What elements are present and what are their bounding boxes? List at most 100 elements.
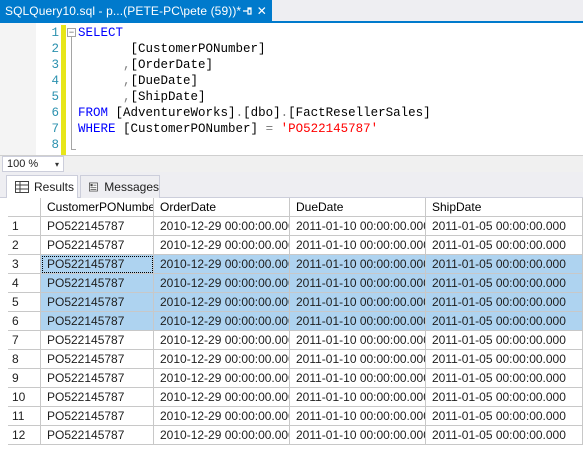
row-number-cell[interactable]: 9	[8, 369, 41, 388]
table-cell[interactable]: PO522145787	[41, 312, 154, 331]
table-cell[interactable]: 2010-12-29 00:00:00.000	[154, 217, 290, 236]
close-icon[interactable]: ✕	[256, 3, 268, 19]
table-cell[interactable]: 2010-12-29 00:00:00.000	[154, 407, 290, 426]
table-row[interactable]: 5 PO522145787 2010-12-29 00:00:00.000 2011-…	[8, 293, 583, 312]
row-number-cell[interactable]: 12	[8, 426, 41, 445]
row-number-cell[interactable]: 8	[8, 350, 41, 369]
table-row[interactable]: 3 PO522145787 2010-12-29 00:00:00.000 2011-…	[8, 255, 583, 274]
line-number: 8	[51, 138, 59, 152]
table-cell[interactable]: 2010-12-29 00:00:00.000	[154, 426, 290, 445]
zoom-value: 100 %	[7, 158, 39, 170]
code-line-3: ,[OrderDate]	[123, 58, 214, 72]
column-header[interactable]: ShipDate	[426, 198, 583, 217]
table-cell[interactable]: 2010-12-29 00:00:00.000	[154, 388, 290, 407]
code-line-1: SELECT	[78, 26, 124, 40]
table-cell[interactable]: 2011-01-10 00:00:00.000	[290, 274, 426, 293]
table-cell[interactable]: PO522145787	[41, 236, 154, 255]
line-number: 6	[51, 106, 59, 120]
table-cell[interactable]: 2011-01-10 00:00:00.000	[290, 217, 426, 236]
table-cell[interactable]: 2011-01-10 00:00:00.000	[290, 407, 426, 426]
table-cell[interactable]: 2011-01-05 00:00:00.000	[426, 274, 583, 293]
table-cell[interactable]: 2011-01-10 00:00:00.000	[290, 255, 426, 274]
row-number-cell[interactable]: 6	[8, 312, 41, 331]
table-cell[interactable]: PO522145787	[41, 407, 154, 426]
table-cell[interactable]: 2011-01-05 00:00:00.000	[426, 426, 583, 445]
corner-header[interactable]	[8, 198, 41, 217]
table-cell[interactable]: PO522145787	[41, 255, 154, 274]
code-line-7: WHERE [CustomerPONumber] = 'PO522145787'	[78, 122, 379, 136]
table-cell[interactable]: 2010-12-29 00:00:00.000	[154, 369, 290, 388]
table-cell[interactable]: 2011-01-10 00:00:00.000	[290, 236, 426, 255]
table-cell[interactable]: 2011-01-10 00:00:00.000	[290, 426, 426, 445]
query-document-tab[interactable]: SQLQuery10.sql - p...(PETE-PC\pete (59))…	[0, 0, 272, 21]
table-row[interactable]: 2 PO522145787 2010-12-29 00:00:00.000 2011-…	[8, 236, 583, 255]
table-cell[interactable]: PO522145787	[41, 217, 154, 236]
table-cell[interactable]: 2011-01-05 00:00:00.000	[426, 255, 583, 274]
collapse-icon[interactable]: −	[67, 28, 76, 37]
table-row[interactable]: 8 PO522145787 2010-12-29 00:00:00.000 2011-…	[8, 350, 583, 369]
table-cell[interactable]: PO522145787	[41, 426, 154, 445]
table-cell[interactable]: 2011-01-05 00:00:00.000	[426, 388, 583, 407]
table-row[interactable]: 7 PO522145787 2010-12-29 00:00:00.000 2011-…	[8, 331, 583, 350]
table-cell[interactable]: 2011-01-05 00:00:00.000	[426, 236, 583, 255]
row-number-cell[interactable]: 3	[8, 255, 41, 274]
code-line-5: ,[ShipDate]	[123, 90, 206, 104]
table-cell[interactable]: 2011-01-05 00:00:00.000	[426, 312, 583, 331]
table-cell[interactable]: 2011-01-10 00:00:00.000	[290, 388, 426, 407]
pin-icon[interactable]	[241, 3, 253, 19]
table-cell[interactable]: PO522145787	[41, 369, 154, 388]
table-cell[interactable]: 2011-01-10 00:00:00.000	[290, 331, 426, 350]
table-cell[interactable]: 2010-12-29 00:00:00.000	[154, 236, 290, 255]
table-cell[interactable]: 2011-01-10 00:00:00.000	[290, 312, 426, 331]
sql-code[interactable]: SELECT [CustomerPONumber] ,[OrderDate] ,…	[78, 25, 431, 153]
messages-icon	[89, 182, 98, 192]
table-row[interactable]: 1 PO522145787 2010-12-29 00:00:00.000 2011-…	[8, 217, 583, 236]
column-header[interactable]: CustomerPONumber	[41, 198, 154, 217]
zoom-dropdown[interactable]: 100 % ▾	[2, 156, 64, 172]
table-cell[interactable]: 2011-01-10 00:00:00.000	[290, 369, 426, 388]
table-row[interactable]: 9 PO522145787 2010-12-29 00:00:00.000 2011-…	[8, 369, 583, 388]
table-row[interactable]: 6 PO522145787 2010-12-29 00:00:00.000 2011-…	[8, 312, 583, 331]
table-cell[interactable]: 2011-01-05 00:00:00.000	[426, 350, 583, 369]
table-cell[interactable]: PO522145787	[41, 293, 154, 312]
line-number: 7	[51, 122, 59, 136]
table-cell[interactable]: 2011-01-05 00:00:00.000	[426, 331, 583, 350]
table-cell[interactable]: 2011-01-05 00:00:00.000	[426, 293, 583, 312]
table-cell[interactable]: 2011-01-05 00:00:00.000	[426, 407, 583, 426]
table-cell[interactable]: 2010-12-29 00:00:00.000	[154, 274, 290, 293]
table-cell[interactable]: PO522145787	[41, 388, 154, 407]
table-cell[interactable]: PO522145787	[41, 331, 154, 350]
table-cell[interactable]: 2010-12-29 00:00:00.000	[154, 293, 290, 312]
change-tracking-bar	[61, 25, 66, 155]
row-number-cell[interactable]: 5	[8, 293, 41, 312]
table-cell[interactable]: 2011-01-05 00:00:00.000	[426, 369, 583, 388]
results-grid[interactable]: CustomerPONumber OrderDate DueDate ShipD…	[8, 198, 583, 465]
column-header[interactable]: DueDate	[290, 198, 426, 217]
row-number-cell[interactable]: 7	[8, 331, 41, 350]
row-number-cell[interactable]: 4	[8, 274, 41, 293]
table-row[interactable]: 12 PO522145787 2010-12-29 00:00:00.000 2011…	[8, 426, 583, 445]
table-cell[interactable]: 2010-12-29 00:00:00.000	[154, 255, 290, 274]
row-number-cell[interactable]: 1	[8, 217, 41, 236]
line-number: 4	[51, 74, 59, 88]
tab-messages[interactable]: Messages	[80, 175, 160, 198]
tab-results-label: Results	[34, 180, 75, 194]
table-row[interactable]: 10 PO522145787 2010-12-29 00:00:00.000 2011…	[8, 388, 583, 407]
table-cell[interactable]: PO522145787	[41, 350, 154, 369]
sql-editor[interactable]: 1 2 3 4 5 6 7 8 − SELECT [CustomerPONumb…	[0, 23, 583, 155]
row-number-cell[interactable]: 10	[8, 388, 41, 407]
code-line-2: [CustomerPONumber]	[130, 42, 266, 56]
table-cell[interactable]: 2010-12-29 00:00:00.000	[154, 331, 290, 350]
row-number-cell[interactable]: 11	[8, 407, 41, 426]
table-row[interactable]: 11 PO522145787 2010-12-29 00:00:00.000 2011…	[8, 407, 583, 426]
table-cell[interactable]: 2010-12-29 00:00:00.000	[154, 350, 290, 369]
row-number-cell[interactable]: 2	[8, 236, 41, 255]
table-cell[interactable]: PO522145787	[41, 274, 154, 293]
column-header[interactable]: OrderDate	[154, 198, 290, 217]
table-cell[interactable]: 2010-12-29 00:00:00.000	[154, 312, 290, 331]
table-cell[interactable]: 2011-01-10 00:00:00.000	[290, 350, 426, 369]
table-cell[interactable]: 2011-01-10 00:00:00.000	[290, 293, 426, 312]
table-row[interactable]: 4 PO522145787 2010-12-29 00:00:00.000 2011-…	[8, 274, 583, 293]
tab-results[interactable]: Results	[6, 175, 78, 198]
table-cell[interactable]: 2011-01-05 00:00:00.000	[426, 217, 583, 236]
